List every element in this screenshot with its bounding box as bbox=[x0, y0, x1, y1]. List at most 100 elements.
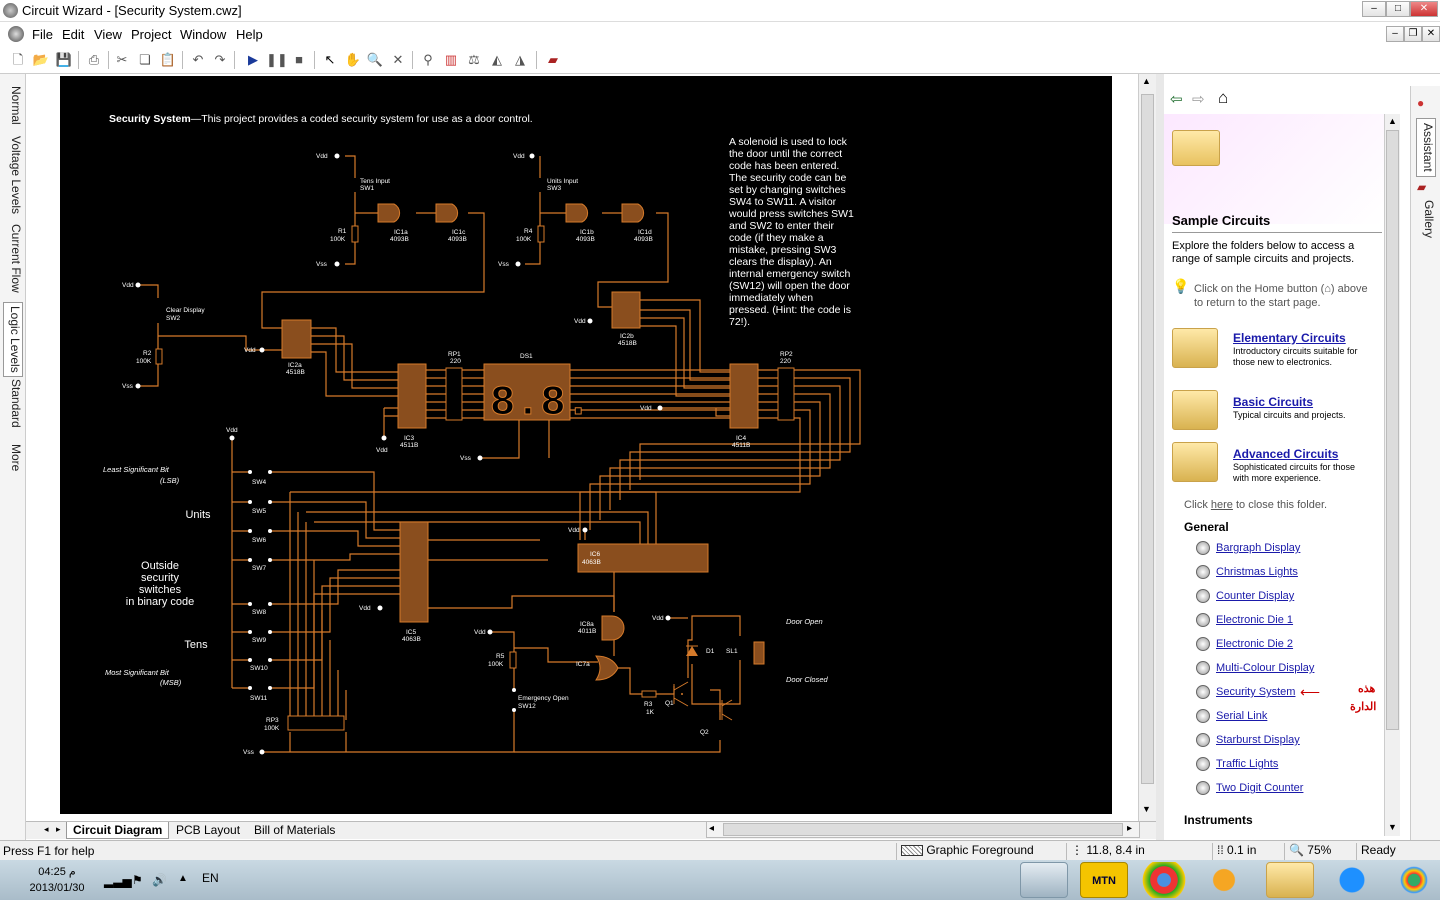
elementary-folder-icon[interactable] bbox=[1172, 328, 1218, 368]
open-icon[interactable]: 📂 bbox=[31, 50, 51, 70]
svg-text:Vss: Vss bbox=[498, 261, 510, 268]
document-icon[interactable] bbox=[8, 26, 24, 42]
hscroll-thumb[interactable] bbox=[723, 823, 1123, 836]
panel-scroll-up-icon[interactable]: ▲ bbox=[1388, 116, 1397, 126]
graph-icon[interactable]: ▥ bbox=[441, 50, 461, 70]
hscroll-right-icon[interactable]: ▸ bbox=[1127, 823, 1132, 834]
tab-more[interactable]: More bbox=[3, 444, 23, 471]
taskbar-windows-icon[interactable] bbox=[1390, 862, 1438, 898]
tab-normal[interactable]: Normal bbox=[3, 86, 23, 125]
undo-icon[interactable]: ↶ bbox=[188, 50, 208, 70]
tab-current-flow[interactable]: Current Flow bbox=[3, 224, 23, 293]
svg-text:IC2b: IC2b bbox=[620, 333, 634, 340]
run-icon[interactable]: ▶ bbox=[243, 50, 263, 70]
stop-icon[interactable]: ■ bbox=[289, 50, 309, 70]
select-icon[interactable]: ↖ bbox=[320, 50, 340, 70]
menu-view[interactable]: View bbox=[94, 27, 122, 42]
pause-icon[interactable]: ❚❚ bbox=[266, 50, 288, 70]
save-icon[interactable]: 💾 bbox=[54, 50, 74, 70]
taskbar-ie-icon[interactable] bbox=[1328, 862, 1376, 898]
doc-restore-icon[interactable]: ❐ bbox=[1404, 26, 1422, 42]
forward-icon[interactable]: ⇨ bbox=[1192, 90, 1205, 108]
gallery-book-icon[interactable]: ▰ bbox=[543, 50, 563, 70]
analyze-icon[interactable]: ⚖ bbox=[464, 50, 484, 70]
signal-icon[interactable]: ▂▃▅ bbox=[104, 874, 132, 888]
home-icon[interactable]: ⌂ bbox=[1218, 88, 1228, 108]
redo-icon[interactable]: ↷ bbox=[210, 50, 230, 70]
language-indicator[interactable]: EN bbox=[202, 871, 219, 885]
measure-icon[interactable]: ◭ bbox=[487, 50, 507, 70]
scroll-up-icon[interactable]: ▲ bbox=[1142, 76, 1151, 86]
svg-text:The security code can be: The security code can be bbox=[729, 172, 846, 184]
svg-text:4518B: 4518B bbox=[286, 369, 305, 376]
close-icon[interactable]: ✕ bbox=[1410, 1, 1438, 17]
probe-icon[interactable]: ⚲ bbox=[418, 50, 438, 70]
svg-text:Q1: Q1 bbox=[665, 700, 674, 707]
grid-icon: ⁞⁞ bbox=[1217, 843, 1224, 857]
copy-icon[interactable]: ❏ bbox=[135, 50, 155, 70]
doc-minimize-icon[interactable]: – bbox=[1386, 26, 1404, 42]
pan-icon[interactable]: ✋ bbox=[343, 50, 363, 70]
menu-help[interactable]: Help bbox=[236, 27, 263, 42]
scroll-down-icon[interactable]: ▼ bbox=[1142, 804, 1151, 814]
menu-project[interactable]: Project bbox=[131, 27, 171, 42]
tab-gallery[interactable]: Gallery bbox=[1416, 200, 1436, 238]
tens-label: Tens bbox=[184, 639, 208, 651]
tab-logic-levels[interactable]: Logic Levels bbox=[3, 302, 23, 377]
tab-assistant[interactable]: Assistant bbox=[1416, 118, 1436, 177]
back-icon[interactable]: ⇦ bbox=[1170, 90, 1183, 108]
tab-scroll-left-icon[interactable]: ◂ bbox=[44, 824, 49, 835]
cut-icon[interactable]: ✂ bbox=[112, 50, 132, 70]
doc-close-icon[interactable]: ✕ bbox=[1422, 26, 1440, 42]
tab-pcb-layout[interactable]: PCB Layout bbox=[170, 822, 246, 839]
lsb-label: Least Significant Bit bbox=[103, 465, 170, 474]
menu-window[interactable]: Window bbox=[180, 27, 226, 42]
panel-scroll-thumb[interactable] bbox=[1386, 130, 1399, 730]
elementary-circuits-link[interactable]: Elementary Circuits bbox=[1233, 331, 1346, 345]
panel-splitter[interactable] bbox=[1156, 74, 1164, 840]
flag-icon[interactable]: ⚑ bbox=[132, 873, 143, 887]
panel-scroll-down-icon[interactable]: ▼ bbox=[1388, 822, 1397, 832]
svg-text:A solenoid is used to lock: A solenoid is used to lock bbox=[729, 136, 848, 148]
taskbar-mtn[interactable]: MTN bbox=[1080, 862, 1128, 898]
clock-time[interactable]: 04:25 م bbox=[24, 865, 90, 878]
panel-scrollbar[interactable]: ▲ ▼ bbox=[1384, 114, 1400, 836]
new-icon[interactable]: 🗋 bbox=[8, 50, 28, 70]
menu-file[interactable]: File bbox=[32, 27, 53, 42]
tab-circuit-diagram[interactable]: Circuit Diagram bbox=[66, 822, 170, 839]
tab-bill-of-materials[interactable]: Bill of Materials bbox=[248, 822, 341, 839]
taskbar-media-icon[interactable] bbox=[1200, 862, 1248, 898]
minimize-icon[interactable]: – bbox=[1362, 1, 1386, 17]
basic-folder-icon[interactable] bbox=[1172, 390, 1218, 430]
svg-text:RP2: RP2 bbox=[780, 351, 793, 358]
circuit-diagram[interactable]: 8.8. Vdd Vss Vdd Vss Vdd Vss Vdd Vdd Vdd Vss Vdd… bbox=[60, 76, 1112, 814]
taskbar-explorer-icon[interactable] bbox=[1266, 862, 1314, 898]
canvas-horizontal-scrollbar[interactable]: ◂ ▸ bbox=[706, 821, 1140, 838]
tab-scroll-right-icon[interactable]: ▸ bbox=[56, 824, 61, 835]
close-folder-link[interactable]: here bbox=[1211, 499, 1233, 511]
tab-voltage-levels[interactable]: Voltage Levels bbox=[3, 136, 23, 214]
tray-expand-icon[interactable]: ▲ bbox=[178, 873, 188, 884]
scroll-thumb[interactable] bbox=[1141, 94, 1154, 784]
svg-text:SW5: SW5 bbox=[252, 508, 266, 515]
volume-icon[interactable]: 🔊 bbox=[152, 873, 167, 887]
taskbar-circuit-wizard[interactable] bbox=[1020, 862, 1068, 898]
svg-text:SW12: SW12 bbox=[518, 703, 536, 710]
delete-icon[interactable]: ✕ bbox=[388, 50, 408, 70]
paste-icon[interactable]: 📋 bbox=[158, 50, 178, 70]
menu-edit[interactable]: Edit bbox=[62, 27, 84, 42]
rotate-icon[interactable]: ◮ bbox=[510, 50, 530, 70]
print-icon[interactable]: ⎙ bbox=[84, 50, 104, 70]
zoom-icon[interactable]: 🔍 bbox=[365, 50, 385, 70]
advanced-circuits-link[interactable]: Advanced Circuits bbox=[1233, 447, 1338, 461]
folder-icon bbox=[1172, 130, 1220, 166]
hscroll-left-icon[interactable]: ◂ bbox=[709, 823, 714, 834]
maximize-icon[interactable]: □ bbox=[1386, 1, 1410, 17]
tab-standard[interactable]: Standard bbox=[3, 379, 23, 428]
taskbar-chrome-icon[interactable] bbox=[1140, 862, 1188, 898]
basic-circuits-link[interactable]: Basic Circuits bbox=[1233, 395, 1313, 409]
canvas-vertical-scrollbar[interactable]: ▲ ▼ bbox=[1138, 74, 1156, 821]
coords-icon: ⋮ bbox=[1071, 843, 1083, 857]
clock-date[interactable]: 2013/01/30 bbox=[24, 882, 90, 894]
advanced-folder-icon[interactable] bbox=[1172, 442, 1218, 482]
